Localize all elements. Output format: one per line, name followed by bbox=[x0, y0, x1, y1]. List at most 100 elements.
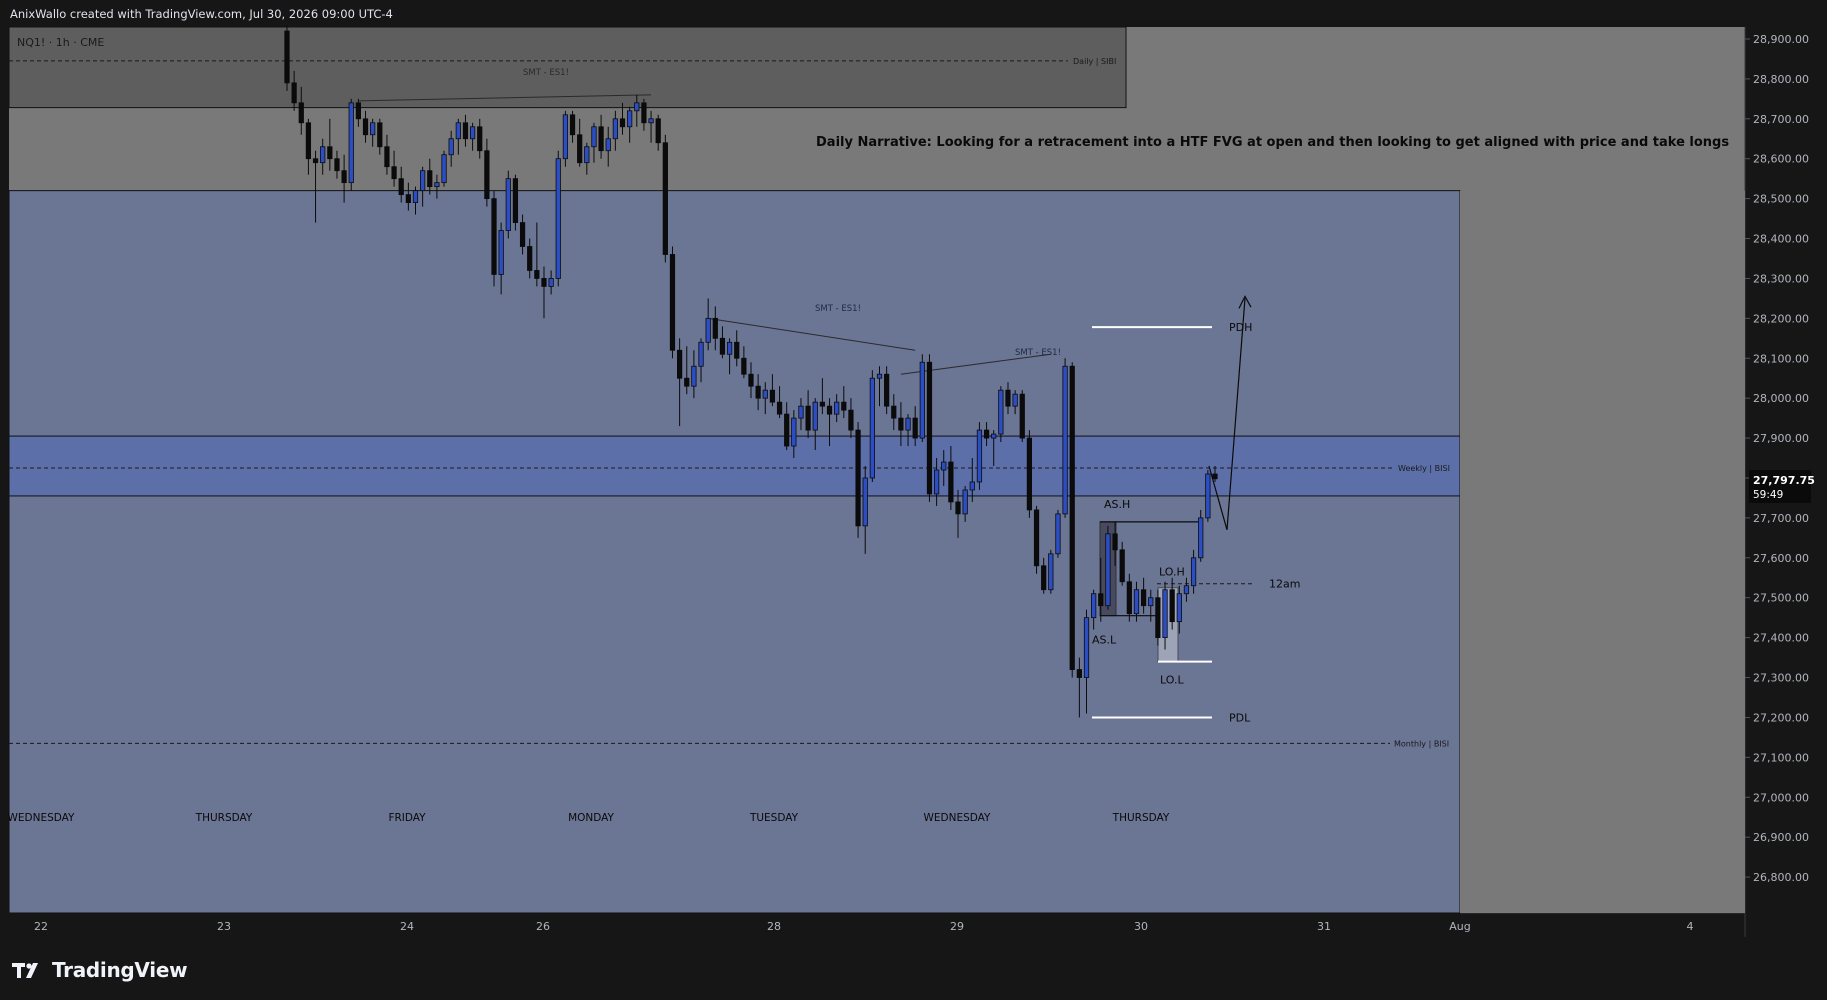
candle-body bbox=[1076, 669, 1082, 678]
day-label: THURSDAY bbox=[195, 812, 253, 824]
price-tick-label: 27,300.00 bbox=[1753, 672, 1809, 685]
monthly-bisi-label: Monthly | BISI bbox=[1394, 739, 1449, 748]
candle-body bbox=[969, 481, 975, 491]
midnight-open-label: 12am bbox=[1269, 578, 1300, 591]
candle-body bbox=[412, 190, 419, 204]
candle-body bbox=[1048, 553, 1054, 591]
candle-body bbox=[834, 401, 840, 415]
day-label: TUESDAY bbox=[749, 812, 799, 824]
candle-body bbox=[477, 126, 483, 152]
pdh-label: PDH bbox=[1229, 321, 1252, 334]
candle-body bbox=[384, 146, 390, 168]
candle-body bbox=[1126, 581, 1132, 615]
candle-body bbox=[355, 102, 361, 120]
candle-body bbox=[1091, 593, 1097, 619]
candle-body bbox=[641, 102, 647, 124]
candle-body bbox=[591, 126, 597, 148]
candle-body bbox=[562, 114, 569, 160]
pdl-label: PDL bbox=[1229, 711, 1251, 724]
candle-body bbox=[627, 110, 633, 128]
candle-body bbox=[1155, 597, 1161, 639]
candle-body bbox=[341, 170, 347, 184]
candle-body bbox=[420, 170, 426, 192]
price-tick-label: 28,800.00 bbox=[1753, 73, 1809, 86]
candle-body bbox=[1212, 473, 1218, 480]
candle-body bbox=[776, 401, 783, 415]
candle-body bbox=[1098, 593, 1104, 607]
candle-body bbox=[983, 429, 990, 439]
candle-body bbox=[805, 405, 811, 431]
price-tick-label: 28,500.00 bbox=[1753, 193, 1809, 206]
candle-body bbox=[848, 409, 854, 431]
candle-body bbox=[298, 102, 304, 124]
asia-low-label: AS.L bbox=[1092, 634, 1117, 647]
price-tick-label: 27,100.00 bbox=[1753, 751, 1809, 764]
candle-body bbox=[1112, 533, 1118, 551]
time-tick-label: 31 bbox=[1317, 920, 1331, 933]
time-tick-label: 22 bbox=[34, 920, 48, 933]
candle-body bbox=[926, 361, 933, 495]
candle-body bbox=[748, 373, 754, 387]
candle-body bbox=[669, 254, 676, 351]
candle-body bbox=[976, 429, 983, 483]
candle-body bbox=[1176, 593, 1182, 623]
candle-body bbox=[1198, 517, 1204, 559]
candle-body bbox=[448, 138, 454, 156]
candle-body bbox=[377, 122, 383, 148]
candle-body bbox=[1183, 585, 1190, 595]
candle-body bbox=[569, 114, 576, 136]
candle-body bbox=[677, 349, 683, 379]
price-tick-label: 27,900.00 bbox=[1753, 432, 1809, 445]
candle-body bbox=[662, 142, 668, 255]
candle-body bbox=[855, 429, 861, 527]
price-tick-label: 27,400.00 bbox=[1753, 632, 1809, 645]
time-tick-label: 24 bbox=[400, 920, 414, 933]
candle-body bbox=[548, 278, 554, 287]
candle-body bbox=[1069, 365, 1075, 670]
candle-body bbox=[441, 154, 447, 184]
candle-body bbox=[541, 278, 547, 287]
candle-body bbox=[434, 182, 440, 188]
candle-body bbox=[305, 122, 312, 160]
daily-sibi-label: Daily | SIBI bbox=[1073, 57, 1116, 66]
candle-body bbox=[1083, 617, 1090, 678]
day-label: FRIDAY bbox=[388, 812, 426, 824]
time-tick-label: 28 bbox=[767, 920, 781, 933]
candle-body bbox=[819, 401, 825, 407]
candle-body bbox=[705, 317, 711, 343]
candle-body bbox=[1005, 389, 1011, 407]
candle-body bbox=[898, 417, 904, 431]
candle-body bbox=[869, 377, 875, 479]
price-tick-label: 27,000.00 bbox=[1753, 791, 1809, 804]
htf-fvg-zone bbox=[8, 190, 1461, 914]
candle-body bbox=[962, 489, 968, 515]
day-label: WEDNESDAY bbox=[8, 812, 76, 824]
candle-body bbox=[1041, 565, 1047, 591]
candle-body bbox=[698, 341, 704, 367]
candle-body bbox=[427, 170, 433, 188]
candle-body bbox=[462, 122, 469, 140]
candle-body bbox=[612, 118, 618, 140]
chart-canvas[interactable]: Daily | SIBI Weekly | BISI Monthly | BISI S… bbox=[0, 0, 1827, 1000]
candle-body bbox=[876, 373, 883, 379]
candle-body bbox=[998, 389, 1004, 435]
candle-body bbox=[919, 361, 925, 439]
candle-body bbox=[933, 469, 940, 495]
london-range-box bbox=[1157, 587, 1179, 663]
price-tick-label: 28,600.00 bbox=[1753, 153, 1809, 166]
candle-body bbox=[577, 134, 583, 164]
candle-body bbox=[1190, 557, 1197, 587]
price-tick-label: 26,800.00 bbox=[1753, 871, 1809, 884]
asia-high-label: AS.H bbox=[1104, 498, 1130, 511]
candle-body bbox=[391, 166, 397, 180]
candle-body bbox=[755, 385, 761, 399]
tradingview-logo[interactable]: TradingView bbox=[12, 958, 188, 982]
candle-body bbox=[955, 501, 961, 515]
candle-body bbox=[862, 477, 868, 527]
candle-body bbox=[320, 146, 326, 164]
candle-body bbox=[712, 317, 718, 339]
candle-body bbox=[769, 389, 776, 403]
day-label: WEDNESDAY bbox=[924, 812, 992, 824]
candle-body bbox=[491, 198, 497, 275]
candle-body bbox=[1105, 533, 1111, 607]
